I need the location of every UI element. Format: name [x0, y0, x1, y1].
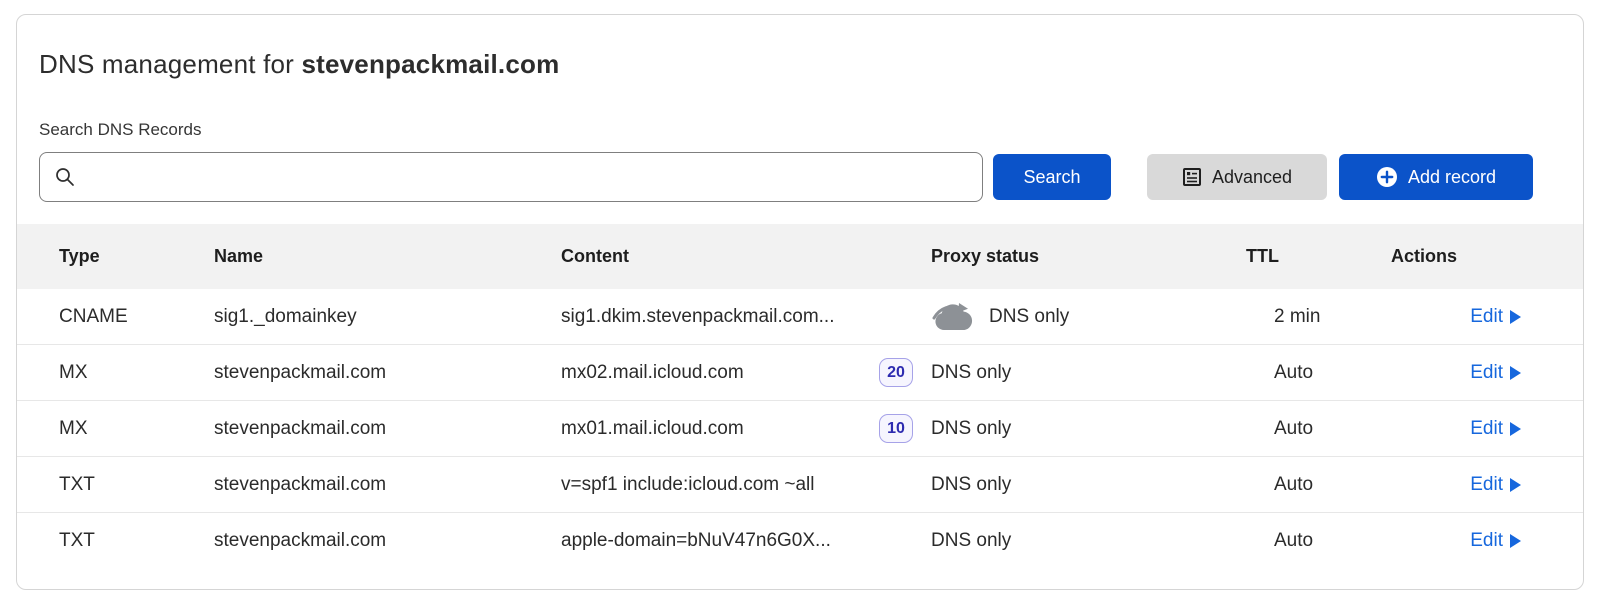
cell-ttl: Auto	[1246, 530, 1373, 552]
cell-name: stevenpackmail.com	[214, 530, 561, 552]
edit-link[interactable]: Edit	[1470, 530, 1521, 552]
edit-link-label: Edit	[1470, 530, 1503, 552]
cell-proxy-label: DNS only	[989, 306, 1069, 328]
edit-link-label: Edit	[1470, 474, 1503, 496]
cell-name: stevenpackmail.com	[214, 418, 561, 440]
search-button[interactable]: Search	[993, 154, 1111, 200]
search-section: Search DNS Records Search Advanced	[39, 120, 1561, 202]
chevron-right-icon	[1510, 478, 1521, 492]
priority-badge: 20	[879, 358, 913, 387]
table-row: MX stevenpackmail.com mx02.mail.icloud.c…	[17, 345, 1583, 401]
cell-type: CNAME	[59, 306, 214, 328]
add-record-button[interactable]: Add record	[1339, 154, 1533, 200]
plus-circle-icon	[1376, 166, 1398, 188]
table-row: MX stevenpackmail.com mx01.mail.icloud.c…	[17, 401, 1583, 457]
table-row: TXT stevenpackmail.com apple-domain=bNuV…	[17, 513, 1583, 569]
cell-name: stevenpackmail.com	[214, 474, 561, 496]
search-row: Search Advanced Add record	[39, 152, 1561, 202]
cell-proxy-label: DNS only	[931, 418, 1011, 440]
advanced-button[interactable]: Advanced	[1147, 154, 1327, 200]
column-header-actions: Actions	[1373, 246, 1521, 267]
cell-proxy-status: DNS only	[931, 530, 1246, 552]
dns-records-table: Type Name Content Proxy status TTL Actio…	[17, 224, 1583, 569]
table-header-row: Type Name Content Proxy status TTL Actio…	[17, 224, 1583, 289]
table-row: CNAME sig1._domainkey sig1.dkim.stevenpa…	[17, 289, 1583, 345]
cell-proxy-status: DNS only	[931, 362, 1246, 384]
chevron-right-icon	[1510, 534, 1521, 548]
cell-actions: Edit	[1373, 362, 1521, 384]
cell-actions: Edit	[1373, 306, 1521, 328]
cell-content: v=spf1 include:icloud.com ~all	[561, 474, 931, 496]
proxy-cloud-icon	[931, 302, 975, 332]
cell-ttl: Auto	[1246, 362, 1373, 384]
search-input[interactable]	[76, 153, 982, 201]
cell-proxy-label: DNS only	[931, 362, 1011, 384]
advanced-button-label: Advanced	[1212, 167, 1292, 188]
chevron-right-icon	[1510, 310, 1521, 324]
table-body: CNAME sig1._domainkey sig1.dkim.stevenpa…	[17, 289, 1583, 569]
priority-badge: 10	[879, 414, 913, 443]
search-label: Search DNS Records	[39, 120, 1561, 140]
cell-actions: Edit	[1373, 530, 1521, 552]
column-header-ttl: TTL	[1246, 246, 1373, 267]
content-text: sig1.dkim.stevenpackmail.com...	[561, 306, 835, 328]
search-box[interactable]	[39, 152, 983, 202]
cell-type: TXT	[59, 474, 214, 496]
cell-ttl: Auto	[1246, 418, 1373, 440]
edit-link[interactable]: Edit	[1470, 474, 1521, 496]
page-title: DNS management for stevenpackmail.com	[39, 49, 1561, 80]
column-header-type: Type	[59, 246, 214, 267]
column-header-name: Name	[214, 246, 561, 267]
cell-proxy-status: DNS only	[931, 418, 1246, 440]
list-icon	[1182, 167, 1202, 187]
cell-name: stevenpackmail.com	[214, 362, 561, 384]
edit-link[interactable]: Edit	[1470, 418, 1521, 440]
edit-link[interactable]: Edit	[1470, 306, 1521, 328]
chevron-right-icon	[1510, 422, 1521, 436]
chevron-right-icon	[1510, 366, 1521, 380]
content-text: mx01.mail.icloud.com	[561, 418, 744, 440]
content-text: v=spf1 include:icloud.com ~all	[561, 474, 814, 496]
content-text: mx02.mail.icloud.com	[561, 362, 744, 384]
cell-content: mx02.mail.icloud.com 20	[561, 358, 931, 387]
cell-proxy-label: DNS only	[931, 474, 1011, 496]
page-title-domain: stevenpackmail.com	[301, 49, 559, 79]
cell-type: MX	[59, 418, 214, 440]
dns-management-card: DNS management for stevenpackmail.com Se…	[16, 14, 1584, 590]
cell-ttl: 2 min	[1246, 306, 1373, 328]
cell-content: mx01.mail.icloud.com 10	[561, 414, 931, 443]
content-text: apple-domain=bNuV47n6G0X...	[561, 530, 831, 552]
cell-ttl: Auto	[1246, 474, 1373, 496]
cell-content: apple-domain=bNuV47n6G0X...	[561, 530, 931, 552]
table-row: TXT stevenpackmail.com v=spf1 include:ic…	[17, 457, 1583, 513]
column-header-content: Content	[561, 246, 931, 267]
search-icon	[54, 166, 76, 188]
edit-link-label: Edit	[1470, 418, 1503, 440]
edit-link-label: Edit	[1470, 306, 1503, 328]
cell-type: MX	[59, 362, 214, 384]
cell-content: sig1.dkim.stevenpackmail.com...	[561, 306, 931, 328]
column-header-proxy-status: Proxy status	[931, 246, 1246, 267]
edit-link[interactable]: Edit	[1470, 362, 1521, 384]
add-record-button-label: Add record	[1408, 167, 1496, 188]
cell-actions: Edit	[1373, 418, 1521, 440]
cell-proxy-status: DNS only	[931, 302, 1246, 332]
cell-proxy-label: DNS only	[931, 530, 1011, 552]
cell-name: sig1._domainkey	[214, 306, 561, 328]
cell-actions: Edit	[1373, 474, 1521, 496]
cell-proxy-status: DNS only	[931, 474, 1246, 496]
page-title-prefix: DNS management for	[39, 49, 301, 79]
edit-link-label: Edit	[1470, 362, 1503, 384]
cell-type: TXT	[59, 530, 214, 552]
